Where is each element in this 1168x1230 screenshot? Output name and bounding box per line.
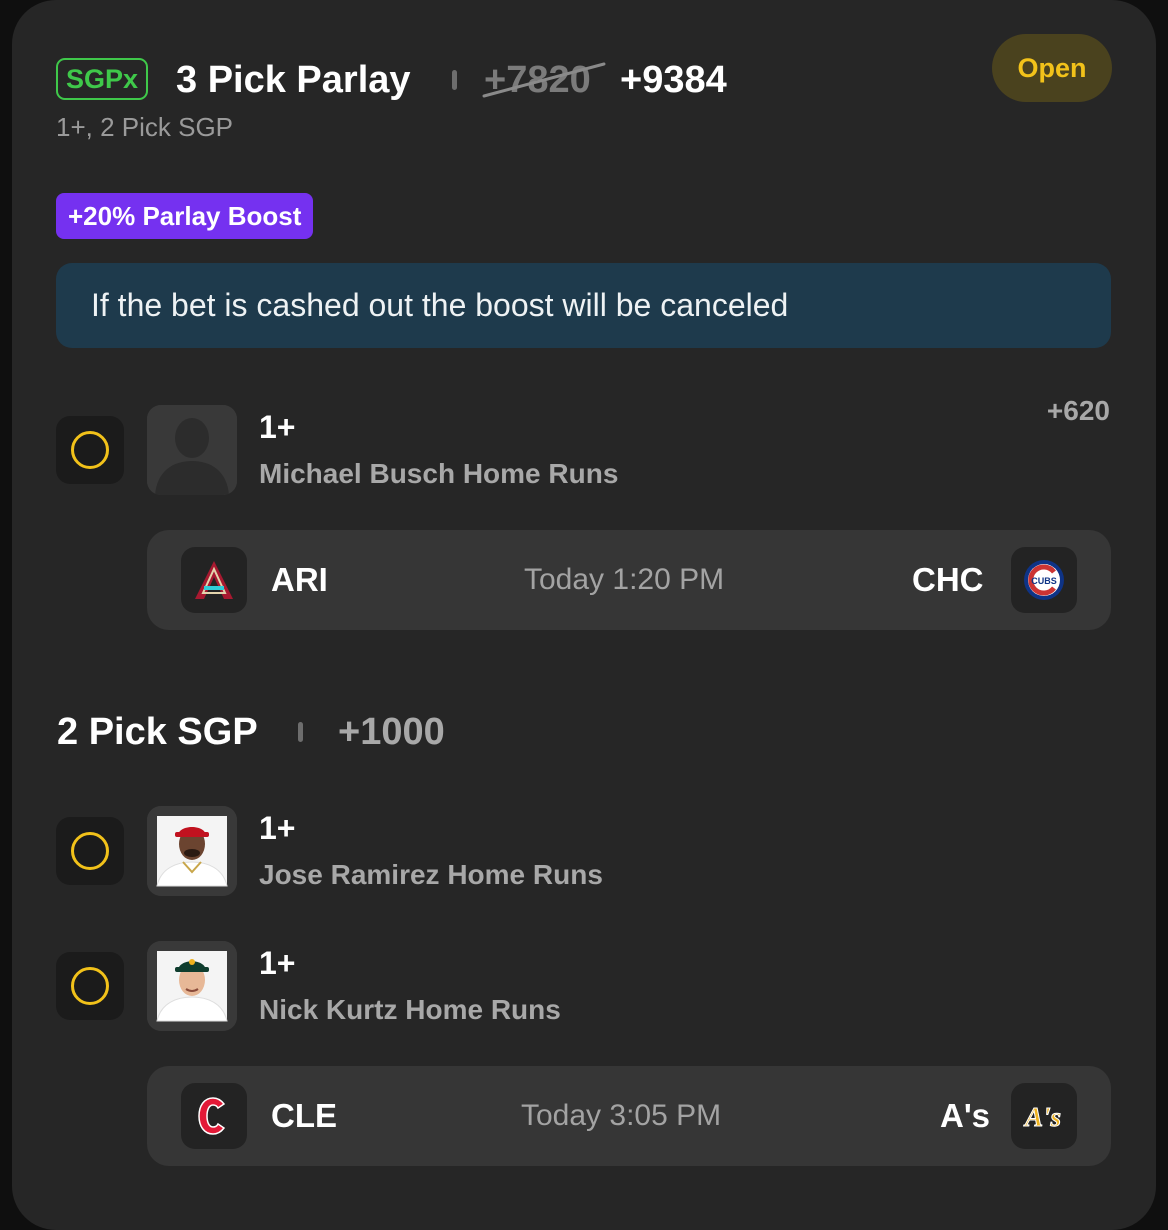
parlay-subtitle: 1+, 2 Pick SGP [56,112,234,142]
strikethrough-line [482,62,606,98]
parlay-title: 3 Pick Parlay [176,59,411,101]
player-photo [147,941,237,1031]
person-silhouette-icon [147,405,237,495]
oak-logo-icon: A's [1011,1083,1077,1149]
bet-card: SGPx 3 Pick Parlay +7820 +9384 1+, 2 Pic… [12,0,1156,1230]
pending-circle-icon [71,431,109,469]
svg-text:A's: A's [1023,1102,1061,1132]
status-badge: Open [992,34,1112,102]
leg-line: 1+ [259,810,296,846]
game-time: Today 1:20 PM [524,563,725,596]
boosted-odds: +9384 [620,59,727,101]
parlay-boost-badge: +20% Parlay Boost [56,193,314,239]
leg-status [56,416,124,484]
player-avatar-placeholder [147,405,237,495]
sgpx-badge: SGPx [56,58,148,100]
game-row: ARI Today 1:20 PM CHC CUBS [147,530,1111,630]
sgp-title: 2 Pick SGP [57,711,258,753]
home-team: CHC [912,561,984,598]
leg-status [56,952,124,1020]
pending-circle-icon [71,967,109,1005]
ari-logo-icon [181,547,247,613]
home-team: A's [940,1097,991,1134]
player-headshot [147,806,237,896]
sgp-divider [298,722,303,742]
leg-line: 1+ [259,409,296,445]
leg-market: Nick Kurtz Home Runs [259,994,561,1025]
pending-circle-icon [71,832,109,870]
leg-market: Michael Busch Home Runs [259,458,619,489]
away-team: CLE [271,1097,337,1134]
leg-market: Jose Ramirez Home Runs [259,859,603,890]
leg-odds: +620 [1046,395,1110,426]
leg-line: 1+ [259,945,296,981]
sgp-odds: +1000 [338,711,445,753]
title-divider [452,70,457,90]
cle-logo-icon [181,1083,247,1149]
away-team: ARI [271,561,328,598]
svg-text:CUBS: CUBS [1031,576,1057,586]
cashout-notice: If the bet is cashed out the boost will … [56,263,1111,348]
player-photo [147,806,237,896]
game-row: CLE Today 3:05 PM A's A's [147,1066,1111,1166]
player-headshot [147,941,237,1031]
chc-logo-icon: CUBS [1011,547,1077,613]
game-time: Today 3:05 PM [521,1099,722,1132]
leg-status [56,817,124,885]
